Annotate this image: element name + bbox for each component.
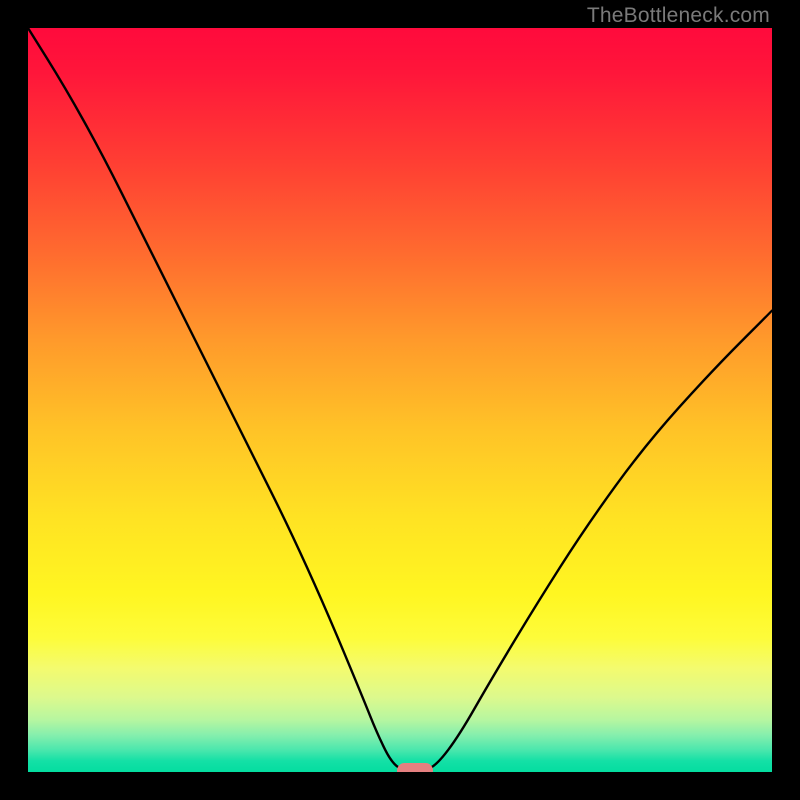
optimal-point-marker — [397, 763, 433, 772]
chart-frame: TheBottleneck.com — [0, 0, 800, 800]
plot-area — [28, 28, 772, 772]
bottleneck-curve-path — [28, 28, 772, 772]
bottleneck-curve-svg — [28, 28, 772, 772]
watermark-text: TheBottleneck.com — [587, 4, 770, 28]
